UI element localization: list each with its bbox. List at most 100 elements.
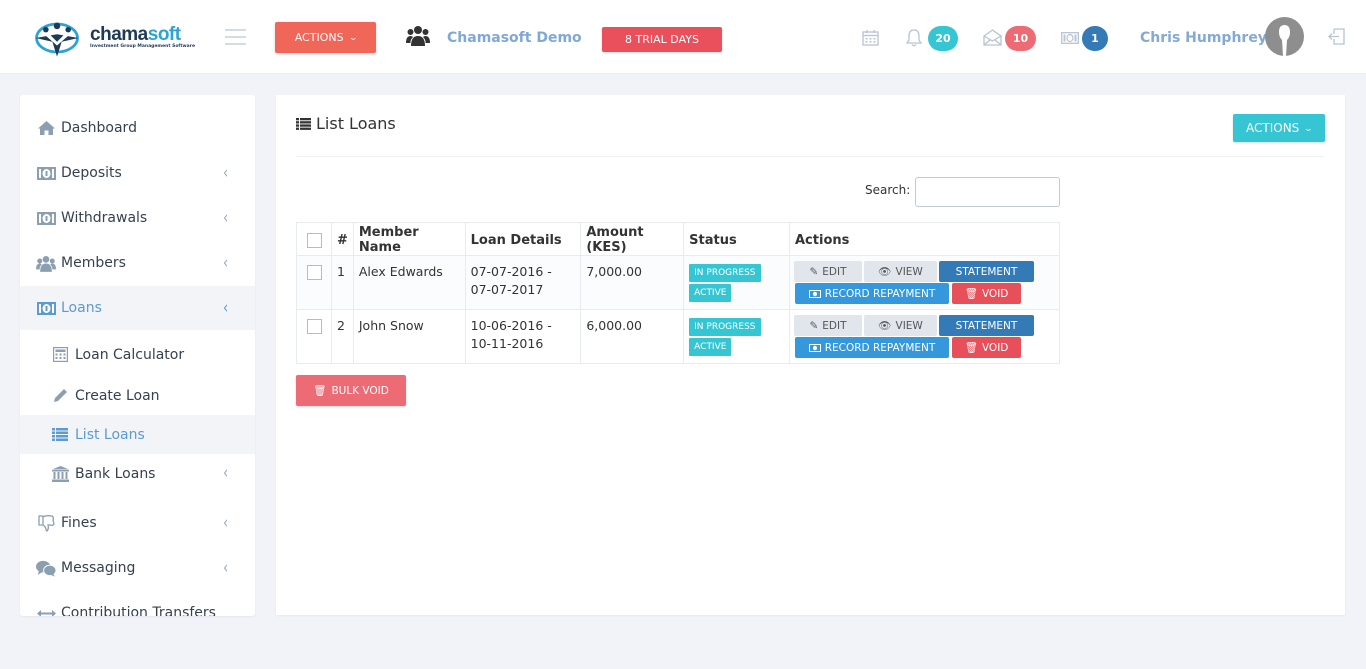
chevron-left-icon: ‹ bbox=[223, 253, 229, 273]
status-cell: IN PROGRESS ACTIVE bbox=[683, 255, 790, 310]
void-button[interactable]: 🗑︎ VOID bbox=[952, 283, 1021, 304]
view-label: VIEW bbox=[895, 319, 923, 332]
sidebar-item-loan-calculator[interactable]: Loan Calculator bbox=[20, 335, 255, 374]
payments-count-badge[interactable]: 1 bbox=[1082, 26, 1108, 51]
eye-icon: 👁︎ bbox=[878, 266, 892, 278]
statement-button[interactable]: STATEMENT bbox=[939, 261, 1034, 282]
header-actions-button[interactable]: ACTIONS ⌄ bbox=[275, 22, 376, 53]
row-select-cell bbox=[296, 255, 332, 310]
logout-icon[interactable] bbox=[1328, 28, 1345, 45]
chevron-left-icon: ‹ bbox=[223, 163, 229, 183]
status-cell: IN PROGRESS ACTIVE bbox=[683, 309, 790, 364]
thumbs-down-icon bbox=[36, 514, 56, 532]
calendar-icon[interactable] bbox=[862, 30, 879, 46]
sidebar-item-create-loan[interactable]: Create Loan bbox=[20, 376, 255, 415]
page-title: List Loans bbox=[296, 114, 396, 133]
view-button[interactable]: 👁︎ VIEW bbox=[864, 261, 937, 282]
messages-count-badge[interactable]: 10 bbox=[1005, 26, 1036, 51]
record-repayment-button[interactable]: RECORD REPAYMENT bbox=[795, 337, 949, 358]
user-name[interactable]: Chris Humphreys bbox=[1140, 30, 1275, 46]
chevron-down-icon: ⌄ bbox=[1303, 123, 1314, 133]
view-button[interactable]: 👁︎ VIEW bbox=[864, 315, 937, 336]
edit-button[interactable]: ✎ EDIT bbox=[794, 261, 862, 282]
row-select-cell bbox=[296, 309, 332, 364]
sidebar-item-label: Loan Calculator bbox=[75, 346, 185, 363]
sidebar-item-label: Loans bbox=[61, 300, 102, 316]
sidebar-item-fines[interactable]: Fines ‹ bbox=[20, 501, 255, 545]
loan-end-date: 07-07-2017 bbox=[470, 282, 544, 297]
column-header-amount[interactable]: Amount (KES) bbox=[580, 222, 685, 256]
sidebar-item-contribution-transfers[interactable]: Contribution Transfers bbox=[20, 591, 255, 616]
bell-icon[interactable] bbox=[906, 29, 922, 47]
money-icon bbox=[808, 289, 821, 298]
edit-label: EDIT bbox=[822, 319, 847, 332]
record-repayment-button[interactable]: RECORD REPAYMENT bbox=[795, 283, 949, 304]
member-name: Alex Edwards bbox=[352, 255, 466, 310]
sidebar-item-loans[interactable]: Loans ‹ bbox=[20, 286, 255, 330]
trial-days-badge[interactable]: 8 TRIAL DAYS bbox=[602, 27, 722, 52]
void-button[interactable]: 🗑︎ VOID bbox=[952, 337, 1021, 358]
group-name[interactable]: Chamasoft Demo bbox=[447, 30, 582, 46]
home-icon bbox=[36, 120, 56, 136]
page-actions-button[interactable]: ACTIONS ⌄ bbox=[1233, 114, 1325, 142]
avatar[interactable] bbox=[1265, 17, 1304, 56]
chevron-left-icon: ‹ bbox=[223, 208, 229, 228]
sidebar-item-messaging[interactable]: Messaging ‹ bbox=[20, 546, 255, 590]
chat-icon bbox=[36, 560, 56, 577]
logo[interactable]: chamasoft Investment Group Management So… bbox=[30, 16, 195, 60]
money-icon bbox=[808, 343, 821, 352]
title-divider bbox=[296, 156, 1325, 157]
money-icon bbox=[36, 210, 56, 226]
status-badge-in-progress: IN PROGRESS bbox=[689, 264, 761, 282]
users-icon bbox=[36, 255, 56, 272]
sidebar-item-list-loans[interactable]: List Loans bbox=[20, 415, 255, 454]
statement-button[interactable]: STATEMENT bbox=[939, 315, 1034, 336]
pencil-icon: ✎ bbox=[809, 265, 819, 278]
envelope-open-icon[interactable] bbox=[983, 29, 1002, 46]
sidebar-item-withdrawals[interactable]: Withdrawals ‹ bbox=[20, 196, 255, 240]
loan-start-date: 10-06-2016 - bbox=[470, 318, 552, 333]
sidebar-item-bank-loans[interactable]: Bank Loans ‹ bbox=[20, 454, 255, 493]
sidebar-item-label: Withdrawals bbox=[61, 210, 148, 226]
row-checkbox[interactable] bbox=[307, 319, 322, 334]
notifications-count-badge[interactable]: 20 bbox=[928, 26, 958, 51]
chevron-left-icon: ‹ bbox=[223, 513, 229, 533]
money-icon[interactable] bbox=[1061, 32, 1079, 44]
bulk-void-button[interactable]: 🗑︎ BULK VOID bbox=[296, 375, 406, 406]
select-all-cell bbox=[296, 222, 332, 256]
column-header-status[interactable]: Status bbox=[683, 222, 790, 256]
loan-details: 10-06-2016 - 10-11-2016 bbox=[464, 309, 582, 364]
users-icon bbox=[406, 26, 430, 46]
loan-start-date: 07-07-2016 - bbox=[470, 264, 552, 279]
column-header-number[interactable]: # bbox=[330, 222, 354, 256]
sidebar-item-label: Dashboard bbox=[61, 120, 137, 136]
select-all-checkbox[interactable] bbox=[307, 232, 322, 248]
list-icon bbox=[50, 427, 70, 443]
row-number: 2 bbox=[330, 309, 354, 364]
statement-label: STATEMENT bbox=[955, 265, 1018, 278]
loan-details: 07-07-2016 - 07-07-2017 bbox=[464, 255, 582, 310]
search-input[interactable] bbox=[915, 177, 1060, 207]
sidebar-item-members[interactable]: Members ‹ bbox=[20, 241, 255, 285]
list-icon bbox=[296, 117, 311, 130]
table-row: 2 John Snow 10-06-2016 - 10-11-2016 6,000… bbox=[296, 309, 1060, 364]
main-panel: List Loans ACTIONS ⌄ Search: # Member Na… bbox=[276, 95, 1345, 615]
row-checkbox[interactable] bbox=[307, 265, 322, 280]
trash-icon: 🗑︎ bbox=[964, 342, 978, 354]
edit-button[interactable]: ✎ EDIT bbox=[794, 315, 862, 336]
sidebar-item-label: Create Loan bbox=[75, 387, 160, 404]
edit-label: EDIT bbox=[822, 265, 847, 278]
member-name: John Snow bbox=[352, 309, 466, 364]
sidebar-item-label: Members bbox=[61, 255, 126, 271]
pencil-icon: ✎ bbox=[809, 319, 819, 332]
money-icon bbox=[36, 165, 56, 181]
hamburger-icon[interactable] bbox=[225, 29, 246, 45]
column-header-member-name[interactable]: Member Name bbox=[352, 222, 466, 256]
void-label: VOID bbox=[981, 341, 1009, 354]
pencil-icon bbox=[50, 388, 70, 404]
sidebar-item-deposits[interactable]: Deposits ‹ bbox=[20, 151, 255, 195]
sidebar-item-dashboard[interactable]: Dashboard bbox=[20, 106, 255, 150]
sidebar: Dashboard Deposits ‹ Withdrawals ‹ Membe… bbox=[20, 95, 255, 616]
header-actions-label: ACTIONS bbox=[294, 31, 344, 44]
column-header-loan-details[interactable]: Loan Details bbox=[464, 222, 582, 256]
